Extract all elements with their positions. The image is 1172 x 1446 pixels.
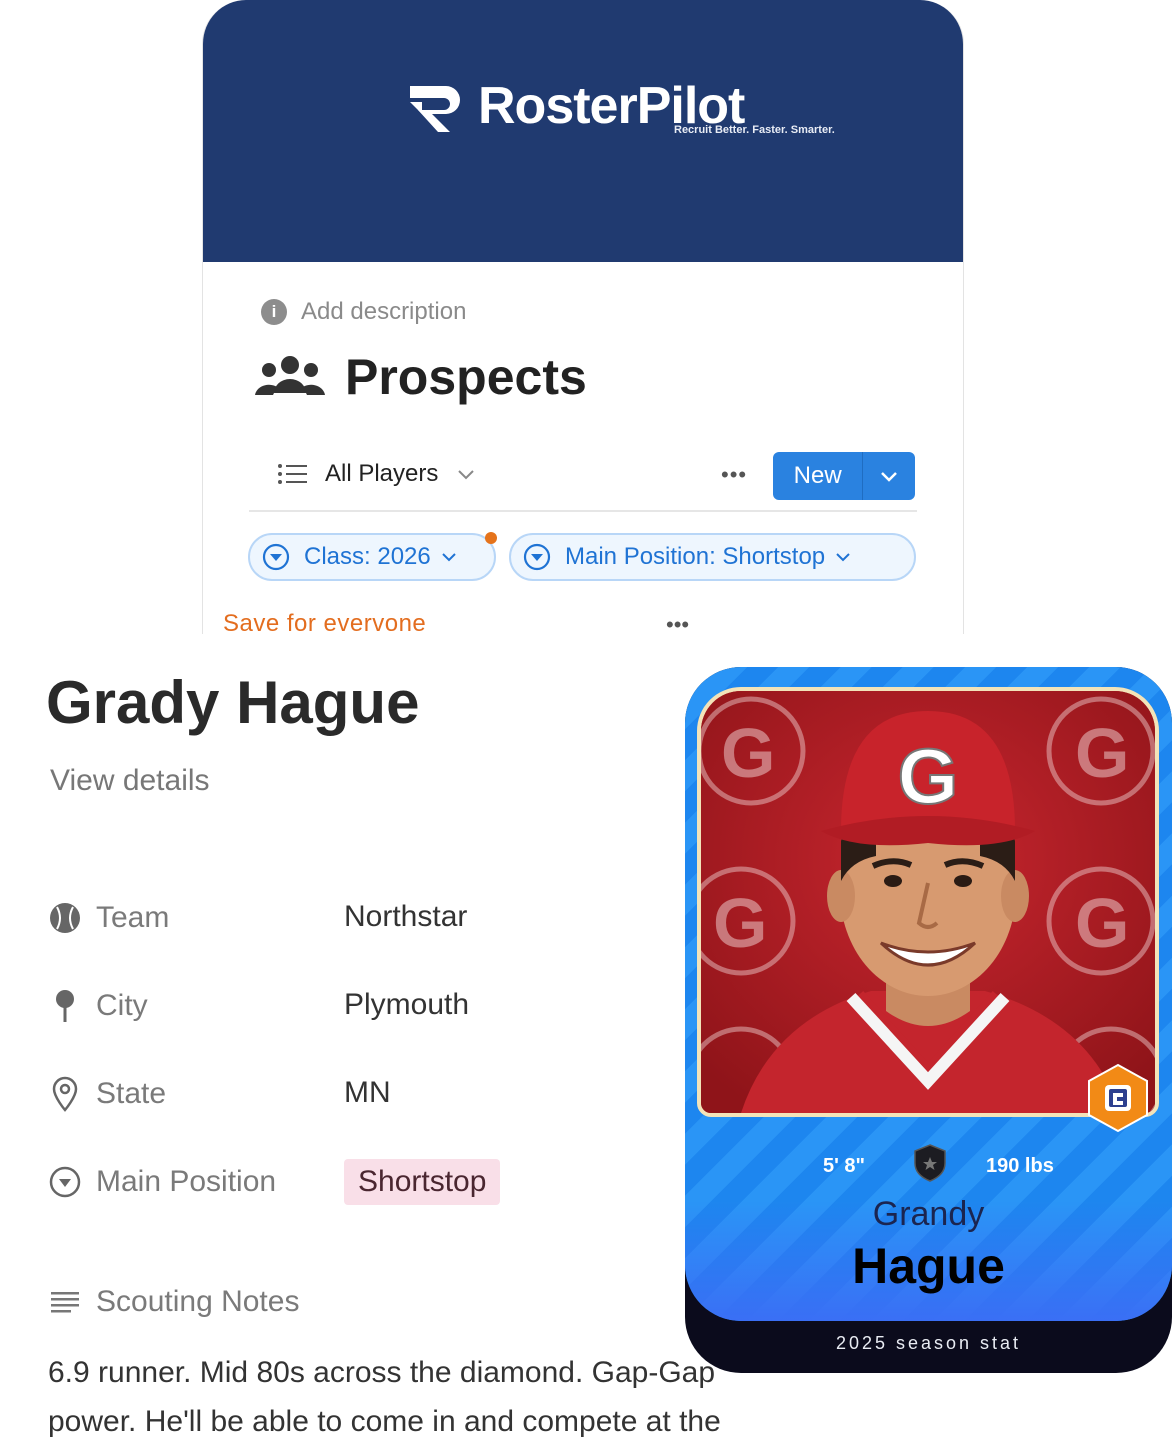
chevron-down-icon bbox=[442, 553, 456, 562]
filter-select-icon bbox=[262, 543, 290, 571]
location-icon bbox=[52, 1076, 78, 1112]
shield-icon bbox=[914, 1144, 946, 1182]
card-footer[interactable]: 2025 season stat bbox=[685, 1333, 1172, 1354]
position-tag[interactable]: Shortstop bbox=[344, 1159, 501, 1205]
property-label: State bbox=[96, 1077, 167, 1110]
player-portrait-image: G G G G G bbox=[701, 691, 1155, 1113]
player-photo: G G G G G bbox=[697, 687, 1159, 1117]
chevron-down-icon bbox=[458, 470, 475, 480]
team-badge-icon bbox=[1088, 1063, 1148, 1133]
filter-chip-class[interactable]: Class: 2026 bbox=[248, 533, 496, 581]
page-title: Prospects bbox=[345, 349, 587, 405]
filter-label: Class: 2026 bbox=[304, 543, 431, 570]
new-button-group: New bbox=[773, 452, 915, 500]
player-card[interactable]: G G G G G 5' 8" 190 lbs Grandy Hague bbox=[685, 667, 1172, 1321]
property-value-city[interactable]: Plymouth bbox=[344, 988, 469, 1022]
cap-letter: G bbox=[898, 732, 959, 820]
svg-text:G: G bbox=[713, 884, 767, 962]
more-options-icon[interactable]: ••• bbox=[721, 462, 747, 488]
brand-logo: RosterPilot Recruit Better. Faster. Smar… bbox=[406, 78, 835, 136]
property-label: Team bbox=[96, 901, 170, 934]
svg-text:G: G bbox=[721, 714, 775, 792]
info-icon: i bbox=[261, 299, 287, 325]
property-label: Main Position bbox=[96, 1165, 277, 1198]
chevron-down-icon bbox=[836, 553, 850, 562]
player-name: Grady Hague bbox=[46, 669, 420, 736]
baseball-icon bbox=[50, 903, 80, 933]
svg-text:G: G bbox=[1075, 884, 1129, 962]
svg-text:G: G bbox=[1075, 714, 1129, 792]
select-icon bbox=[49, 1166, 81, 1198]
view-selector[interactable]: All Players bbox=[277, 460, 476, 488]
list-icon bbox=[278, 464, 307, 484]
brand-header: RosterPilot Recruit Better. Faster. Smar… bbox=[203, 0, 963, 262]
new-button[interactable]: New bbox=[773, 452, 864, 500]
filter-select-icon bbox=[523, 543, 551, 571]
add-description-label: Add description bbox=[301, 298, 467, 325]
more-options-icon[interactable]: ••• bbox=[666, 612, 689, 638]
property-value-team[interactable]: Northstar bbox=[344, 900, 467, 934]
property-label: City bbox=[96, 989, 148, 1022]
database-title: Prospects bbox=[253, 348, 587, 406]
brand-tagline: Recruit Better. Faster. Smarter. bbox=[674, 124, 835, 136]
player-weight: 190 lbs bbox=[986, 1155, 1054, 1177]
text-lines-icon bbox=[51, 1292, 79, 1313]
property-value-state[interactable]: MN bbox=[344, 1076, 391, 1110]
view-details-link[interactable]: View details bbox=[50, 764, 210, 798]
player-height: 5' 8" bbox=[823, 1155, 866, 1177]
people-icon bbox=[255, 356, 325, 395]
view-bar: All Players ••• New bbox=[249, 452, 917, 512]
property-label: Scouting Notes bbox=[96, 1285, 300, 1318]
filter-chip-position[interactable]: Main Position: Shortstop bbox=[509, 533, 916, 581]
save-for-everyone-button[interactable]: Save for evervone bbox=[223, 610, 426, 638]
chevron-down-icon bbox=[881, 472, 898, 482]
property-main-position: Main Position bbox=[48, 1164, 276, 1200]
property-state: State bbox=[48, 1076, 166, 1112]
property-city: City bbox=[48, 988, 148, 1024]
new-options-button[interactable] bbox=[863, 452, 915, 500]
card-first-name: Grandy bbox=[872, 1195, 985, 1233]
unsaved-indicator bbox=[485, 532, 497, 544]
logo-mark-icon bbox=[410, 86, 460, 132]
add-description-button[interactable]: i Add description bbox=[261, 298, 466, 326]
scouting-notes-text[interactable]: 6.9 runner. Mid 80s across the diamond. … bbox=[48, 1348, 808, 1446]
scouting-notes-header: Scouting Notes bbox=[48, 1284, 299, 1320]
property-team: Team bbox=[48, 900, 169, 936]
view-name: All Players bbox=[325, 460, 439, 487]
card-last-name: Hague bbox=[852, 1238, 1005, 1294]
pin-icon bbox=[56, 990, 74, 1022]
filter-label: Main Position: Shortstop bbox=[565, 543, 826, 570]
